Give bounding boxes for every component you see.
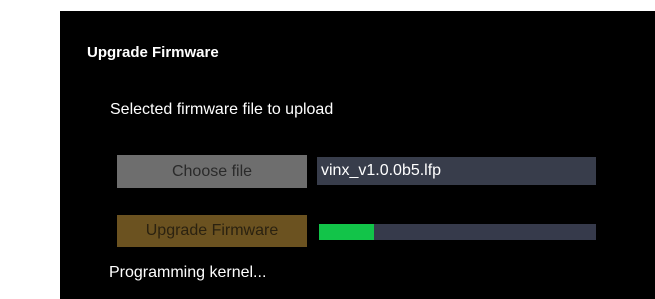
panel-title: Upgrade Firmware [87,44,219,61]
status-message: Programming kernel... [109,264,267,281]
selected-file-field: vinx_v1.0.0b5.lfp [317,157,596,185]
upload-progress-bar [319,224,596,240]
choose-file-button[interactable]: Choose file [117,155,307,188]
panel-subtitle: Selected firmware file to upload [110,101,334,118]
firmware-upgrade-panel: Upgrade Firmware Selected firmware file … [60,11,655,299]
upgrade-firmware-button[interactable]: Upgrade Firmware [117,215,307,247]
upload-progress-fill [319,224,375,240]
